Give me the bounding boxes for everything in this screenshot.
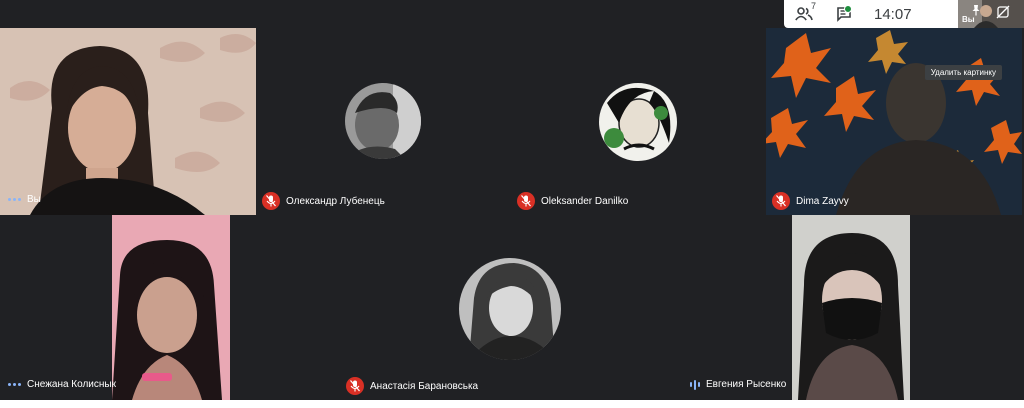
self-view-label: Вы xyxy=(962,15,975,24)
participant-name: Снежана Колиснык xyxy=(27,379,116,390)
participant-name-label: Евгения Рысенко xyxy=(690,379,786,390)
avatar-image xyxy=(599,83,677,161)
participant-tile[interactable]: Удалить картинку Dima Zayvy xyxy=(766,28,1022,215)
chat-notification-dot xyxy=(844,5,852,13)
participant-name: Вы xyxy=(27,194,41,205)
remove-picture-button[interactable]: Удалить картинку xyxy=(924,65,1002,80)
avatar-image xyxy=(345,83,421,159)
self-view-thumbnail[interactable]: Вы xyxy=(958,0,1024,28)
participant-tile[interactable]: Снежана Колиснык xyxy=(0,215,340,400)
mic-off-icon xyxy=(346,377,364,395)
participant-name: Oleksander Danilko xyxy=(541,195,629,207)
audio-level-icon xyxy=(690,379,700,390)
participant-name-label: Анастасія Барановська xyxy=(346,377,478,395)
avatar-image xyxy=(459,258,561,360)
participant-video xyxy=(112,215,230,400)
participant-tile[interactable]: Олександр Лубенець xyxy=(256,28,511,215)
speaking-dots-icon xyxy=(8,383,21,386)
hide-self-view-icon[interactable] xyxy=(996,5,1010,19)
top-controls: 7 14:07 Вы xyxy=(784,0,1024,28)
mic-off-icon xyxy=(262,192,280,210)
participant-video xyxy=(0,28,256,215)
participant-tile[interactable]: Евгения Рысенко xyxy=(682,215,1024,400)
participant-name-label: Снежана Колиснык xyxy=(8,379,116,390)
participant-avatar xyxy=(345,83,421,159)
participant-video xyxy=(792,215,910,400)
meeting-stage: 7 14:07 Вы Вы Олександр Лубенець Oleksan… xyxy=(0,0,1024,400)
participant-name: Анастасія Барановська xyxy=(370,380,479,392)
participant-tile-self[interactable]: Вы xyxy=(0,28,256,215)
people-button[interactable]: 7 xyxy=(784,0,824,28)
participant-name-label: Dima Zayvy xyxy=(772,192,849,210)
speaking-dots-icon xyxy=(8,198,21,201)
participant-avatar xyxy=(599,83,677,161)
mic-off-icon xyxy=(772,192,790,210)
participant-name: Олександр Лубенець xyxy=(286,195,385,207)
mic-off-icon xyxy=(517,192,535,210)
participant-video xyxy=(766,28,1022,215)
chat-button[interactable] xyxy=(824,0,864,28)
participant-avatar xyxy=(459,258,561,360)
people-count: 7 xyxy=(810,1,816,11)
participant-tile[interactable]: Анастасія Барановська xyxy=(340,215,682,400)
top-bar: 7 14:07 Вы xyxy=(0,0,1024,28)
clock: 14:07 xyxy=(874,5,912,23)
pin-icon[interactable] xyxy=(971,4,981,16)
participant-name-label: Олександр Лубенець xyxy=(262,192,385,210)
participant-name-label: Вы xyxy=(8,194,41,205)
participant-name-label: Oleksander Danilko xyxy=(517,192,628,210)
participant-name: Евгения Рысенко xyxy=(706,379,787,390)
participant-tile[interactable]: Oleksander Danilko xyxy=(511,28,766,215)
participant-name: Dima Zayvy xyxy=(796,195,849,207)
